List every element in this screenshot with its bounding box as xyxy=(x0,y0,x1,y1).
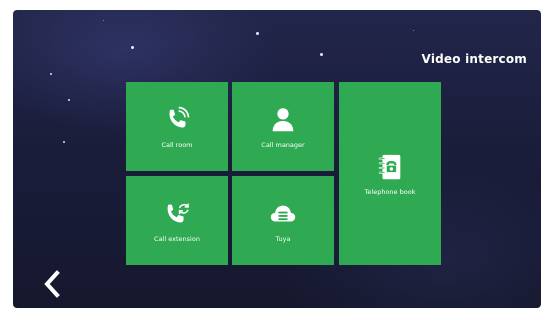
call-manager-tile[interactable]: Call manager xyxy=(232,82,334,171)
call-manager-label: Call manager xyxy=(261,140,305,149)
star-decoration xyxy=(256,32,259,35)
call-extension-tile[interactable]: Call extension xyxy=(126,176,228,265)
star-decoration xyxy=(68,99,70,101)
cloud-icon xyxy=(270,205,296,221)
tuya-tile[interactable]: Tuya xyxy=(232,176,334,265)
back-button[interactable] xyxy=(41,268,63,300)
call-extension-label: Call extension xyxy=(154,234,200,243)
page-title: Video intercom xyxy=(421,52,527,66)
phone-transfer-icon xyxy=(167,202,189,222)
person-icon xyxy=(272,107,294,131)
call-room-tile[interactable]: Call room xyxy=(126,82,228,171)
telephone-book-tile[interactable]: Telephone book xyxy=(339,82,441,265)
chevron-left-icon xyxy=(44,270,60,298)
telephone-book-label: Telephone book xyxy=(364,187,416,196)
phone-ringing-icon xyxy=(169,106,190,127)
star-decoration xyxy=(103,20,104,21)
phone-book-icon xyxy=(378,154,401,179)
tuya-label: Tuya xyxy=(275,234,291,243)
star-decoration xyxy=(320,53,323,56)
call-room-label: Call room xyxy=(161,140,193,149)
star-decoration xyxy=(413,30,414,31)
intercom-screen: Video intercom Call room Call manager Te… xyxy=(13,10,541,308)
star-decoration xyxy=(131,46,134,49)
star-decoration xyxy=(50,73,52,75)
star-decoration xyxy=(63,141,65,143)
